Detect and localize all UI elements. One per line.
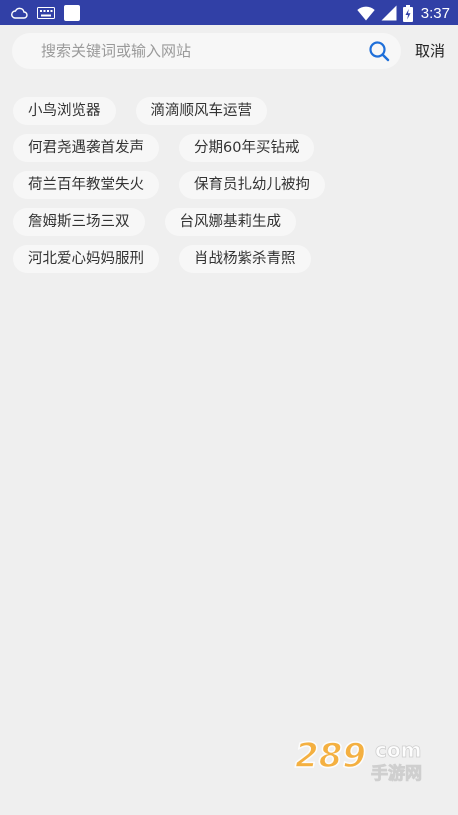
- status-time: 3:37: [420, 4, 450, 22]
- cloud-icon: [11, 7, 28, 19]
- hot-tag[interactable]: 詹姆斯三场三双: [13, 208, 145, 236]
- search-row: 搜索关键词或输入网站 取消: [0, 25, 458, 77]
- hot-tag[interactable]: 分期60年买钻戒: [179, 134, 315, 162]
- keyboard-icon: [37, 7, 55, 19]
- search-placeholder: 搜索关键词或输入网站: [41, 42, 192, 60]
- hot-tag[interactable]: 台风娜基莉生成: [164, 208, 296, 236]
- hot-tag[interactable]: 何君尧遇袭首发声: [13, 134, 159, 162]
- cancel-button[interactable]: 取消: [415, 33, 445, 69]
- watermark-tagline: 手游网: [371, 763, 422, 783]
- watermark-domain: com: [375, 738, 421, 762]
- watermark-logo: 289 com 手游网: [294, 735, 422, 783]
- status-left-icons: [10, 4, 80, 22]
- hot-tag[interactable]: 保育员扎幼儿被拘: [179, 171, 325, 199]
- search-input[interactable]: 搜索关键词或输入网站: [12, 33, 401, 69]
- watermark-logo-number: 289: [295, 736, 366, 776]
- hot-search-tags: 小鸟浏览器 滴滴顺风车运营 何君尧遇袭首发声 分期60年买钻戒 荷兰百年教堂失火…: [13, 97, 445, 282]
- hot-tag[interactable]: 肖战杨紫杀青照: [179, 245, 311, 273]
- battery-charging-icon: [402, 4, 413, 22]
- tag-row: 何君尧遇袭首发声 分期60年买钻戒: [13, 134, 445, 162]
- tag-row: 小鸟浏览器 滴滴顺风车运营: [13, 97, 445, 125]
- hot-tag[interactable]: 小鸟浏览器: [13, 97, 116, 125]
- tag-row: 荷兰百年教堂失火 保育员扎幼儿被拘: [13, 171, 445, 199]
- hot-tag[interactable]: 滴滴顺风车运营: [135, 97, 267, 125]
- status-right-icons: 3:37: [357, 3, 450, 23]
- search-icon[interactable]: [368, 40, 390, 62]
- hot-tag[interactable]: 荷兰百年教堂失火: [13, 171, 159, 199]
- tag-row: 詹姆斯三场三双 台风娜基莉生成: [13, 208, 445, 236]
- hot-tag[interactable]: 河北爱心妈妈服刑: [13, 245, 159, 273]
- status-bar: 3:37: [0, 0, 458, 25]
- tag-row: 河北爱心妈妈服刑 肖战杨紫杀青照: [13, 245, 445, 273]
- signal-icon: [381, 5, 397, 21]
- wifi-icon: [357, 6, 375, 20]
- notification-square-icon: [64, 5, 80, 21]
